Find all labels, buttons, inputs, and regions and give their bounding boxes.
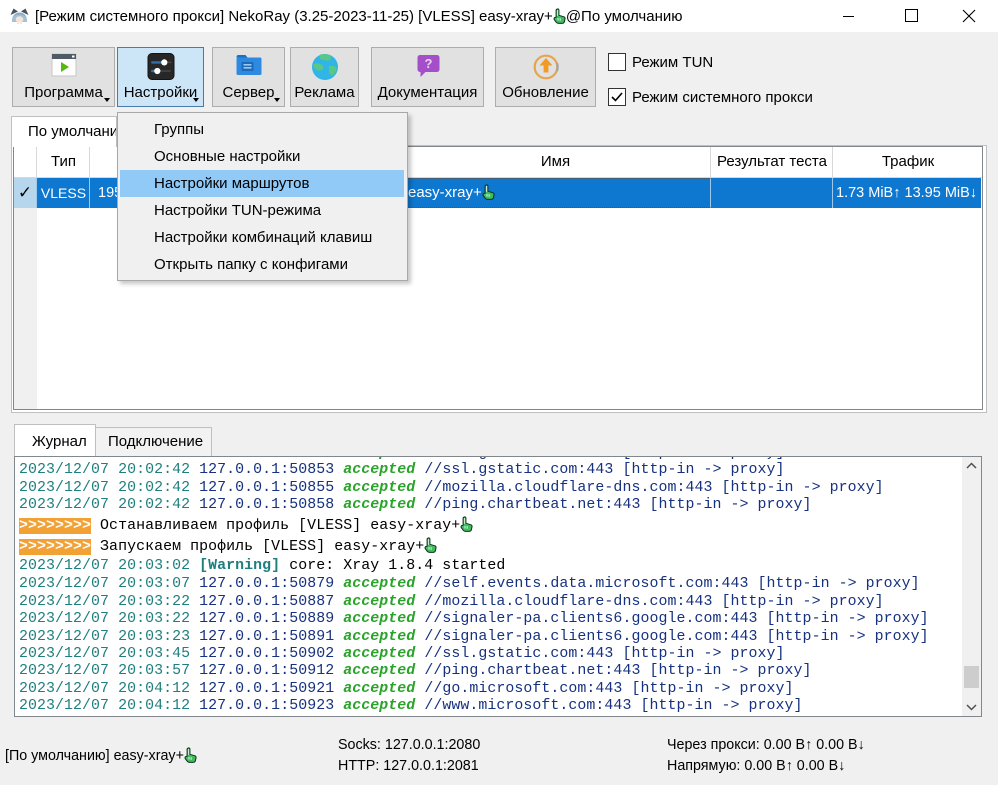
svg-text:?: ? [424, 56, 432, 71]
